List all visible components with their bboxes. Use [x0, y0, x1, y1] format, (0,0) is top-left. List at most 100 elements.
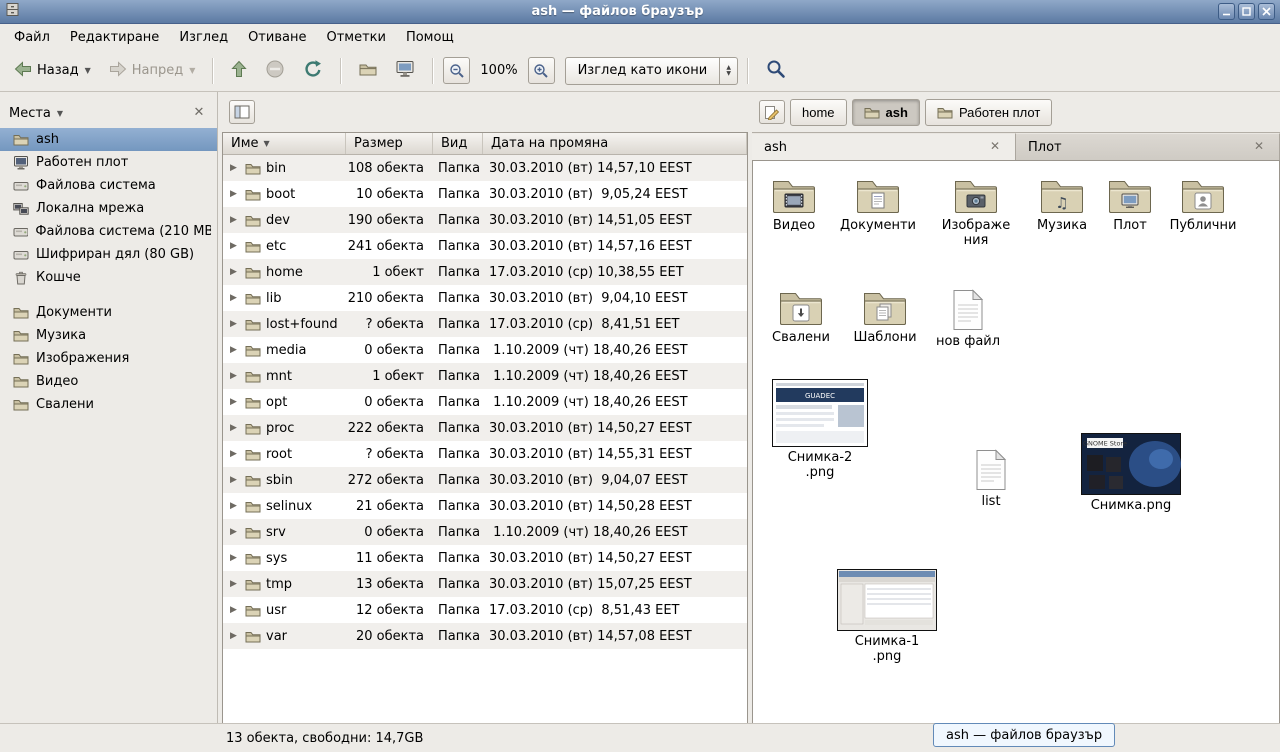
row-size: 241 обекта	[346, 239, 433, 254]
expander-icon[interactable]: ▶	[227, 605, 240, 615]
tree-row[interactable]: ▶proc 222 обекта Папка 30.03.2010 (вт) 1…	[223, 415, 747, 441]
path-button[interactable]: home	[790, 99, 847, 126]
column-header[interactable]: Вид	[433, 133, 483, 154]
tree-row[interactable]: ▶lost+found ? обекта Папка 17.03.2010 (с…	[223, 311, 747, 337]
sidebar-item[interactable]: Шифриран дял (80 GB)	[0, 243, 217, 266]
file-icon-item[interactable]: GNOME Store Снимка.png	[1071, 433, 1191, 513]
tree-row[interactable]: ▶selinux 21 обекта Папка 30.03.2010 (вт)…	[223, 493, 747, 519]
tab[interactable]: ash ✕	[752, 133, 1016, 160]
expander-icon[interactable]: ▶	[227, 553, 240, 563]
expander-icon[interactable]: ▶	[227, 397, 240, 407]
column-header[interactable]: Дата на промяна	[483, 133, 747, 154]
column-header[interactable]: Име ▼	[223, 133, 346, 154]
file-icon-item[interactable]: Снимка-1.png	[827, 569, 947, 664]
tree-view: Име ▼ Размер Вид Дата на промяна ▶bin 10…	[222, 132, 748, 723]
expander-icon[interactable]: ▶	[227, 423, 240, 433]
folder-icon	[771, 175, 817, 215]
zoom-out-button[interactable]	[443, 57, 470, 84]
search-button[interactable]	[758, 54, 794, 88]
minimize-button[interactable]	[1218, 3, 1235, 20]
expander-icon[interactable]: ▶	[227, 527, 240, 537]
menu-go[interactable]: Отиване	[238, 26, 316, 49]
tab-close-icon[interactable]: ✕	[987, 139, 1003, 155]
taskbar-window-button[interactable]: ash — файлов браузър	[933, 723, 1115, 747]
tree-row[interactable]: ▶boot 10 обекта Папка 30.03.2010 (вт) 9,…	[223, 181, 747, 207]
file-icon-item[interactable]: Публични	[1143, 175, 1263, 233]
sidebar-item[interactable]: Видео	[0, 370, 217, 393]
tree-row[interactable]: ▶dev 190 обекта Папка 30.03.2010 (вт) 14…	[223, 207, 747, 233]
tree-row[interactable]: ▶sys 11 обекта Папка 30.03.2010 (вт) 14,…	[223, 545, 747, 571]
close-button[interactable]	[1258, 3, 1275, 20]
expander-icon[interactable]: ▶	[227, 215, 240, 225]
home-button[interactable]	[351, 56, 385, 86]
path-button[interactable]: ash	[852, 99, 920, 126]
view-mode-select[interactable]: Изглед като икони ▲▼	[565, 57, 739, 85]
sidebar-item[interactable]: ash	[0, 128, 217, 151]
tab[interactable]: Плот ✕	[1016, 133, 1280, 160]
sidebar-item[interactable]: Кошче	[0, 266, 217, 289]
menu-view[interactable]: Изглед	[169, 26, 238, 49]
expander-icon[interactable]: ▶	[227, 241, 240, 251]
forward-button[interactable]: Напред ▼	[101, 56, 204, 86]
column-header[interactable]: Размер	[346, 133, 433, 154]
expander-icon[interactable]: ▶	[227, 579, 240, 589]
sidebar-item[interactable]: Файлова система	[0, 174, 217, 197]
tree-row[interactable]: ▶mnt 1 обект Папка 1.10.2009 (чт) 18,40,…	[223, 363, 747, 389]
expander-icon[interactable]: ▶	[227, 475, 240, 485]
menu-bookmarks[interactable]: Отметки	[316, 26, 395, 49]
reload-button[interactable]	[295, 54, 331, 88]
sidebar-item[interactable]: Локална мрежа	[0, 197, 217, 220]
sidebar-item[interactable]: Музика	[0, 324, 217, 347]
pane-view-button[interactable]	[229, 100, 255, 124]
file-icon-item[interactable]: GUADEC Снимка-2.png	[760, 379, 880, 480]
sidebar-close-button[interactable]: ✕	[190, 104, 208, 122]
menu-help[interactable]: Помощ	[396, 26, 464, 49]
file-icon-item[interactable]: list	[931, 449, 1051, 509]
file-icon-item[interactable]: нов файл	[908, 289, 1028, 349]
tree-row[interactable]: ▶home 1 обект Папка 17.03.2010 (ср) 10,3…	[223, 259, 747, 285]
expander-icon[interactable]: ▶	[227, 163, 240, 173]
back-button[interactable]: Назад ▼	[6, 56, 99, 86]
expander-icon[interactable]: ▶	[227, 631, 240, 641]
menu-edit[interactable]: Редактиране	[60, 26, 169, 49]
sidebar-item[interactable]: Документи	[0, 301, 217, 324]
sidebar-item[interactable]: Работен плот	[0, 151, 217, 174]
tree-row[interactable]: ▶sbin 272 обекта Папка 30.03.2010 (вт) 9…	[223, 467, 747, 493]
tab-close-icon[interactable]: ✕	[1251, 139, 1267, 155]
location-toggle-button[interactable]	[759, 100, 785, 124]
titlebar[interactable]: ash — файлов браузър	[0, 0, 1280, 24]
combo-spin-icon[interactable]: ▲▼	[719, 58, 737, 84]
tree-row[interactable]: ▶srv 0 обекта Папка 1.10.2009 (чт) 18,40…	[223, 519, 747, 545]
sidebar-mode-select[interactable]: Места ▼	[9, 106, 190, 121]
sidebar-item[interactable]: Файлова система (210 MB)	[0, 220, 217, 243]
tree-row[interactable]: ▶lib 210 обекта Папка 30.03.2010 (вт) 9,…	[223, 285, 747, 311]
path-button[interactable]: Работен плот	[925, 99, 1052, 126]
expander-icon[interactable]: ▶	[227, 449, 240, 459]
column-label: Име	[231, 136, 259, 151]
tree-row[interactable]: ▶var 20 обекта Папка 30.03.2010 (вт) 14,…	[223, 623, 747, 649]
sidebar-item[interactable]: Изображения	[0, 347, 217, 370]
expander-icon[interactable]: ▶	[227, 501, 240, 511]
up-button[interactable]	[223, 55, 255, 87]
back-dropdown-icon[interactable]: ▼	[85, 66, 91, 75]
tree-row[interactable]: ▶tmp 13 обекта Папка 30.03.2010 (вт) 15,…	[223, 571, 747, 597]
tree-row[interactable]: ▶usr 12 обекта Папка 17.03.2010 (ср) 8,5…	[223, 597, 747, 623]
expander-icon[interactable]: ▶	[227, 345, 240, 355]
tree-row[interactable]: ▶etc 241 обекта Папка 30.03.2010 (вт) 14…	[223, 233, 747, 259]
tree-row[interactable]: ▶opt 0 обекта Папка 1.10.2009 (чт) 18,40…	[223, 389, 747, 415]
icon-view[interactable]: Видео Документи Изображения ♫ Музика Пло…	[752, 160, 1280, 723]
tree-row[interactable]: ▶bin 108 обекта Папка 30.03.2010 (вт) 14…	[223, 155, 747, 181]
expander-icon[interactable]: ▶	[227, 189, 240, 199]
computer-button[interactable]	[387, 55, 423, 87]
sidebar-list: ash Работен плот Файлова система Локална…	[0, 128, 217, 416]
sidebar-item[interactable]: Свалени	[0, 393, 217, 416]
menu-file[interactable]: Файл	[4, 26, 60, 49]
expander-icon[interactable]: ▶	[227, 371, 240, 381]
expander-icon[interactable]: ▶	[227, 319, 240, 329]
maximize-button[interactable]	[1238, 3, 1255, 20]
tree-row[interactable]: ▶root ? обекта Папка 30.03.2010 (вт) 14,…	[223, 441, 747, 467]
zoom-in-button[interactable]	[528, 57, 555, 84]
expander-icon[interactable]: ▶	[227, 267, 240, 277]
tree-row[interactable]: ▶media 0 обекта Папка 1.10.2009 (чт) 18,…	[223, 337, 747, 363]
expander-icon[interactable]: ▶	[227, 293, 240, 303]
